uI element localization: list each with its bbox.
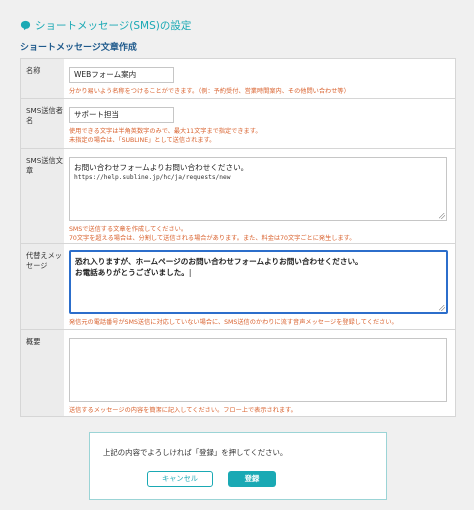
- confirm-message: 上記の内容でよろしければ「登録」を押してください。: [103, 448, 288, 457]
- body-row: SMS送信文章 お問い合わせフォームよりお問い合わせください。 https://…: [21, 148, 455, 243]
- summary-label: 概要: [21, 330, 64, 416]
- section-title: ショートメッセージ文章作成: [20, 43, 137, 53]
- body-hint-2: 70文字を超える場合は、分割して送信される場合があります。また、料金は70文字ご…: [69, 235, 356, 242]
- cancel-button[interactable]: キャンセル: [147, 471, 213, 487]
- name-row: 名称 WEBフォーム案内 分かり易いよう名称をつけることができます。（例：予約受…: [21, 59, 455, 98]
- body-text-url: https://help.subline.jp/hc/ja/requests/n…: [74, 174, 231, 181]
- sms-form: 名称 WEBフォーム案内 分かり易いよう名称をつけることができます。（例：予約受…: [20, 58, 456, 417]
- alt-hint: 発信元の電話番号がSMS送信に対応していない場合に、SMS送信のかわりに流す音声…: [69, 319, 398, 326]
- register-button[interactable]: 登録: [228, 471, 276, 487]
- resize-handle[interactable]: [439, 305, 445, 311]
- sender-label: SMS送信者名: [21, 99, 64, 148]
- confirm-box: 上記の内容でよろしければ「登録」を押してください。 キャンセル 登録: [89, 432, 387, 500]
- summary-hint: 送信するメッセージの内容を簡潔に記入してください。フロー上で表示されます。: [69, 407, 297, 414]
- body-text-line-1: お問い合わせフォームよりお問い合わせください。: [74, 163, 249, 172]
- sender-hint-2: 未指定の場合は、「SUBLINE」として送信されます。: [69, 137, 216, 144]
- summary-row: 概要 送信するメッセージの内容を簡潔に記入してください。フロー上で表示されます。: [21, 329, 455, 416]
- alt-row: 代替えメッセージ 恐れ入りますが、ホームページのお問い合わせフォームよりお問い合…: [21, 243, 455, 329]
- name-label: 名称: [21, 59, 64, 98]
- body-textarea[interactable]: お問い合わせフォームよりお問い合わせください。 https://help.sub…: [69, 157, 447, 221]
- page-title: ショートメッセージ(SMS)の設定: [35, 19, 192, 32]
- alt-textarea[interactable]: 恐れ入りますが、ホームページのお問い合わせフォームよりお問い合わせください。 お…: [69, 250, 448, 314]
- alt-text-line-1: 恐れ入りますが、ホームページのお問い合わせフォームよりお問い合わせください。: [75, 257, 363, 266]
- sender-input[interactable]: サポート担当: [69, 107, 174, 123]
- speech-bubble-icon: [20, 20, 31, 30]
- alt-text-line-2: お電話ありがとうございました。|: [75, 268, 192, 277]
- sms-settings-page: ショートメッセージ(SMS)の設定 ショートメッセージ文章作成 名称 WEBフォ…: [0, 0, 474, 510]
- sender-row: SMS送信者名 サポート担当 使用できる文字は半角英数字のみで、最大11文字まで…: [21, 98, 455, 148]
- body-hint-1: SMSで送信する文章を作成してください。: [69, 226, 188, 233]
- resize-handle[interactable]: [439, 213, 445, 219]
- body-label: SMS送信文章: [21, 149, 64, 243]
- sender-hint-1: 使用できる文字は半角英数字のみで、最大11文字まで指定できます。: [69, 128, 262, 135]
- summary-textarea[interactable]: [69, 338, 447, 402]
- alt-label: 代替えメッセージ: [21, 244, 64, 329]
- name-input[interactable]: WEBフォーム案内: [69, 67, 174, 83]
- name-hint: 分かり易いよう名称をつけることができます。（例：予約受付、営業時間案内、その他問…: [69, 88, 350, 95]
- page-header: ショートメッセージ(SMS)の設定: [20, 16, 191, 34]
